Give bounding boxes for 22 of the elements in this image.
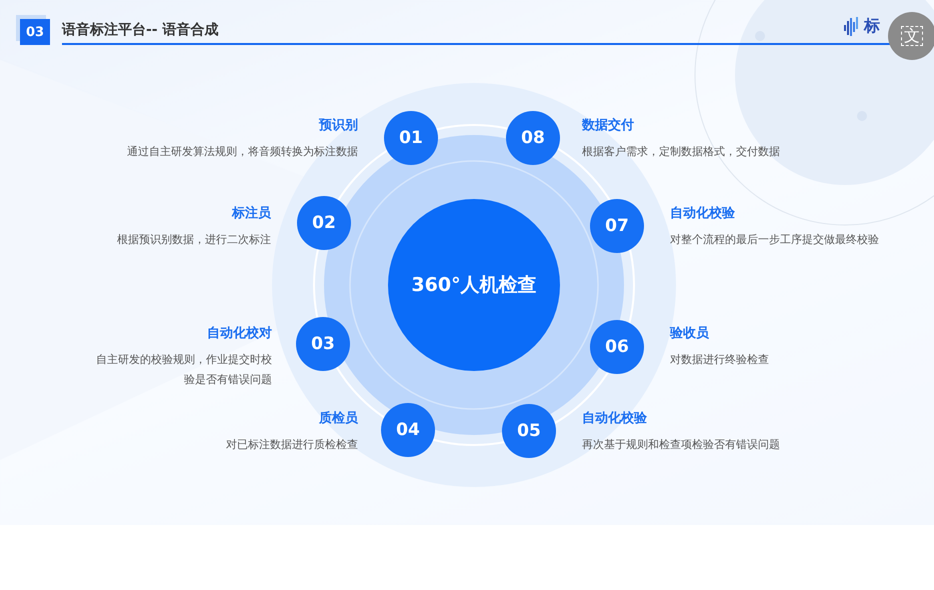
slide-title: 语音标注平台-- 语音合成 xyxy=(62,22,218,38)
step-description: 自主研发的校验规则，作业提交时校 xyxy=(96,352,272,368)
sound-wave-icon xyxy=(844,16,860,36)
step-description: 对已标注数据进行质检检查 xyxy=(226,437,358,453)
step-title: 质检员 xyxy=(319,410,358,427)
step-title: 自动化校对 xyxy=(207,325,272,342)
step-description: 验是否有错误问题 xyxy=(184,372,272,388)
logo-text: 标 xyxy=(864,16,880,37)
step-title: 自动化校验 xyxy=(582,410,647,427)
step-title: 标注员 xyxy=(232,204,271,222)
center-label: 360°人机检查 xyxy=(411,273,537,298)
step-title: 数据交付 xyxy=(582,116,634,134)
step-title: 自动化校验 xyxy=(670,205,735,222)
step-description: 再次基于规则和检查项检验否有错误问题 xyxy=(582,437,780,453)
step-title: 预识别 xyxy=(319,117,358,134)
step-description: 对整个流程的最后一步工序提交做最终校验 xyxy=(670,232,879,248)
step-description: 根据预识别数据，进行二次标注 xyxy=(117,232,271,248)
section-number: 03 xyxy=(20,19,50,45)
step-description: 对数据进行终验检查 xyxy=(670,352,769,368)
step-description: 通过自主研发算法规则，将音频转换为标注数据 xyxy=(127,144,358,160)
step-description: 根据客户需求，定制数据格式，交付数据 xyxy=(582,144,780,160)
step-title: 验收员 xyxy=(670,325,709,342)
